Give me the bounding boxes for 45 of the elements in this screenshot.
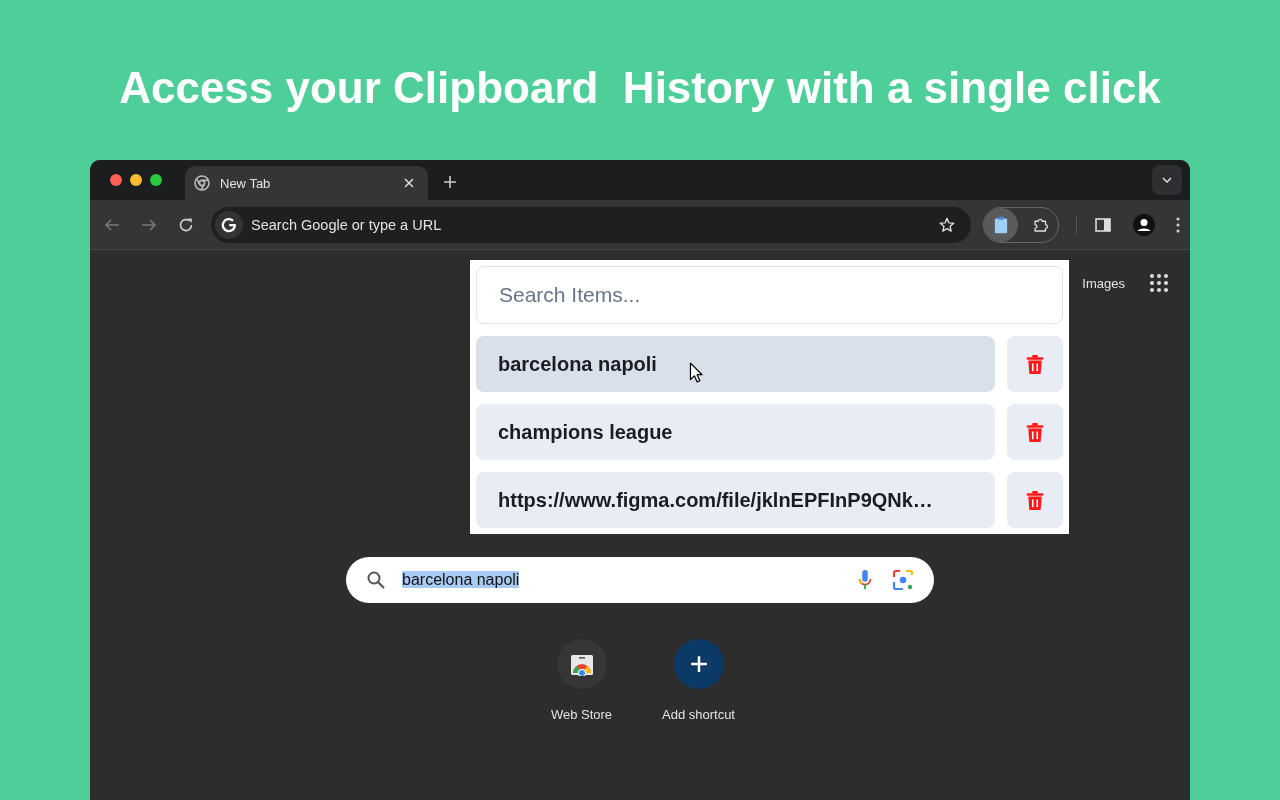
tab-title: New Tab — [220, 175, 272, 191]
close-tab-icon[interactable] — [402, 176, 416, 190]
zoom-window-button[interactable] — [150, 174, 162, 186]
tab-search-button[interactable] — [1152, 165, 1182, 195]
address-placeholder: Search Google or type a URL — [251, 216, 443, 233]
side-panel-icon[interactable] — [1094, 215, 1112, 234]
delete-button[interactable] — [1007, 404, 1063, 460]
images-link[interactable]: Images — [1082, 275, 1125, 291]
search-query: barcelona napoli — [402, 571, 520, 588]
new-tab-icon[interactable] — [444, 176, 456, 188]
close-window-button[interactable] — [110, 174, 122, 186]
forward-icon[interactable] — [141, 216, 157, 233]
bookmark-star-icon[interactable] — [938, 215, 956, 234]
minimize-window-button[interactable] — [130, 174, 142, 186]
clipboard-extension-button[interactable] — [984, 207, 1018, 242]
headline: Access your Clipboard History with a single click — [119, 62, 1161, 114]
camera-lens-icon[interactable] — [892, 569, 914, 591]
shortcut-label: Add shortcut — [662, 707, 735, 722]
add-shortcut-button[interactable] — [673, 639, 724, 689]
google-g-icon — [215, 210, 243, 239]
shortcut-label: Web Store — [550, 707, 613, 722]
mouse-cursor-icon — [689, 362, 703, 383]
delete-button[interactable] — [1007, 336, 1063, 392]
browser-tab[interactable]: New Tab — [185, 166, 428, 200]
clipboard-item[interactable]: https://www.figma.com/file/jklnEPFInP9QNk… — [476, 472, 995, 528]
trash-icon — [1026, 353, 1044, 375]
menu-icon[interactable] — [1176, 216, 1180, 233]
trash-icon — [1026, 421, 1044, 443]
chevron-down-icon — [1162, 177, 1172, 183]
apps-grid-icon[interactable] — [1150, 274, 1168, 292]
trash-icon — [1026, 489, 1044, 511]
clipboard-item[interactable]: barcelona napoli — [476, 336, 995, 392]
back-icon[interactable] — [104, 216, 120, 233]
plus-icon — [689, 655, 708, 673]
address-bar[interactable]: Search Google or type a URL — [211, 206, 971, 243]
clipboard-icon — [994, 215, 1008, 234]
store-bag-icon — [569, 652, 594, 676]
reload-icon[interactable] — [178, 216, 194, 233]
globe-icon — [194, 175, 210, 191]
search-items-field[interactable]: Search Items... — [476, 266, 1063, 324]
search-icon — [366, 570, 386, 590]
google-search-box[interactable]: barcelona napoli — [346, 557, 934, 603]
profile-avatar-icon[interactable] — [1133, 213, 1155, 236]
delete-button[interactable] — [1007, 472, 1063, 528]
clipboard-item[interactable]: champions league — [476, 404, 995, 460]
